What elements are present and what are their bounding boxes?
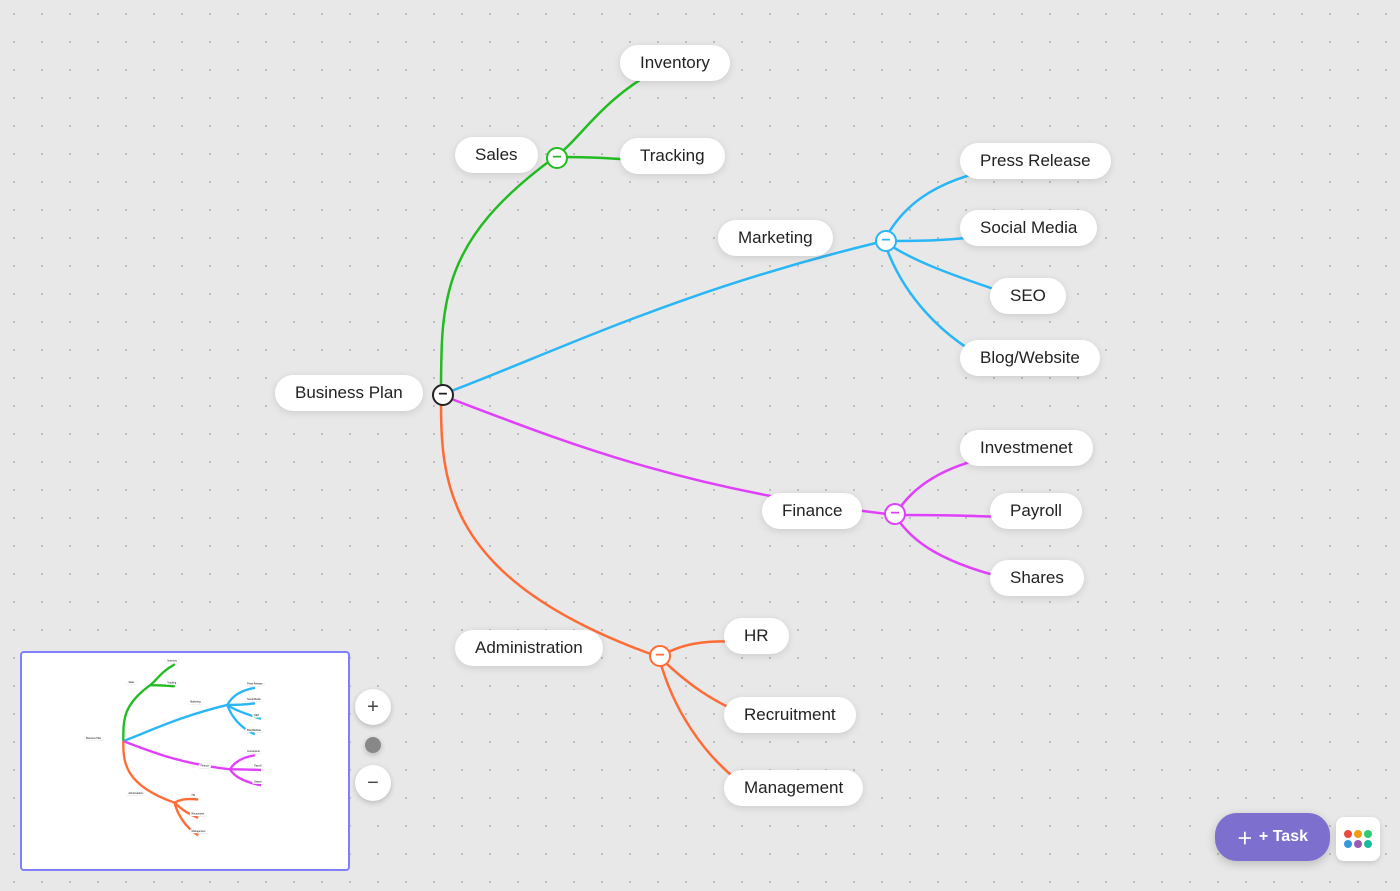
- collapse-business-plan[interactable]: [432, 384, 454, 406]
- node-blog-website[interactable]: Blog/Website: [960, 340, 1100, 376]
- zoom-controls: + −: [355, 689, 391, 801]
- node-inventory[interactable]: Inventory: [620, 45, 730, 81]
- grid-icon: [1344, 830, 1372, 848]
- add-task-button[interactable]: ＋ + Task: [1215, 813, 1330, 861]
- collapse-sales[interactable]: [546, 147, 568, 169]
- zoom-fit-button[interactable]: [365, 737, 381, 753]
- view-toggle-button[interactable]: [1336, 817, 1380, 861]
- node-administration[interactable]: Administration: [455, 630, 603, 666]
- node-tracking[interactable]: Tracking: [620, 138, 725, 174]
- zoom-out-button[interactable]: −: [355, 765, 391, 801]
- node-investmenet[interactable]: Investmenet: [960, 430, 1093, 466]
- minimap: Administration Business Plan Sales Inven…: [20, 651, 350, 871]
- node-press-release[interactable]: Press Release: [960, 143, 1111, 179]
- collapse-finance[interactable]: [884, 503, 906, 525]
- node-sales[interactable]: Sales: [455, 137, 538, 173]
- collapse-marketing[interactable]: [875, 230, 897, 252]
- task-label: + Task: [1259, 828, 1308, 846]
- node-recruitment[interactable]: Recruitment: [724, 697, 856, 733]
- node-hr[interactable]: HR: [724, 618, 789, 654]
- node-shares[interactable]: Shares: [990, 560, 1084, 596]
- zoom-in-button[interactable]: +: [355, 689, 391, 725]
- node-seo[interactable]: SEO: [990, 278, 1066, 314]
- node-social-media[interactable]: Social Media: [960, 210, 1097, 246]
- node-management[interactable]: Management: [724, 770, 863, 806]
- collapse-administration[interactable]: [649, 645, 671, 667]
- node-marketing[interactable]: Marketing: [718, 220, 833, 256]
- node-business-plan[interactable]: Business Plan: [275, 375, 423, 411]
- node-finance[interactable]: Finance: [762, 493, 862, 529]
- node-payroll[interactable]: Payroll: [990, 493, 1082, 529]
- task-icon: ＋: [1237, 825, 1253, 849]
